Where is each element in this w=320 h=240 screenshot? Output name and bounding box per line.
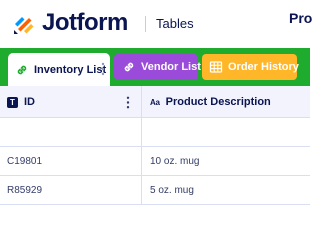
tab-vendor-list[interactable]: Vendor List — [114, 54, 201, 80]
app-header: Jotform Tables Pro — [0, 0, 312, 48]
jotform-logo-icon[interactable] — [12, 10, 36, 36]
table-header: T ID Aa Product Description — [0, 86, 310, 118]
header-divider — [145, 16, 146, 32]
more-options-icon[interactable] — [101, 62, 105, 76]
cell-id[interactable]: C19801 — [0, 147, 142, 176]
brand-name: Jotform — [42, 9, 128, 36]
cell-id[interactable] — [0, 118, 142, 147]
column-header-id[interactable]: T ID — [0, 86, 142, 118]
tab-label: Vendor List — [141, 61, 201, 73]
cell-product-description[interactable]: 10 oz. mug — [142, 147, 310, 176]
column-header-product-description[interactable]: Aa Product Description — [142, 86, 310, 118]
cell-id[interactable]: R85929 — [0, 176, 142, 205]
link-icon — [17, 65, 27, 74]
tab-bar: Inventory List Vendor List Order History — [0, 48, 310, 86]
column-label: Product Description — [165, 96, 271, 108]
column-options-icon[interactable] — [126, 96, 130, 109]
data-table: T ID Aa Product Description C19801 10 oz… — [0, 86, 310, 205]
tab-inventory-list[interactable]: Inventory List — [8, 53, 110, 86]
page-title[interactable]: Pro — [289, 10, 312, 26]
table-row[interactable]: R85929 5 oz. mug — [0, 176, 310, 205]
link-icon — [124, 62, 134, 72]
table-row[interactable]: C19801 10 oz. mug — [0, 147, 310, 176]
table-row[interactable] — [0, 118, 310, 147]
tab-label: Inventory List — [34, 63, 107, 76]
product-name: Tables — [156, 16, 194, 31]
tab-label: Order History — [228, 61, 299, 73]
tab-order-history[interactable]: Order History — [202, 54, 299, 80]
cell-product-description[interactable] — [142, 118, 310, 147]
table-icon — [209, 61, 223, 73]
column-label: ID — [24, 96, 35, 108]
cell-product-description[interactable]: 5 oz. mug — [142, 176, 310, 205]
long-text-type-icon: Aa — [150, 97, 160, 107]
text-type-icon: T — [7, 96, 18, 108]
